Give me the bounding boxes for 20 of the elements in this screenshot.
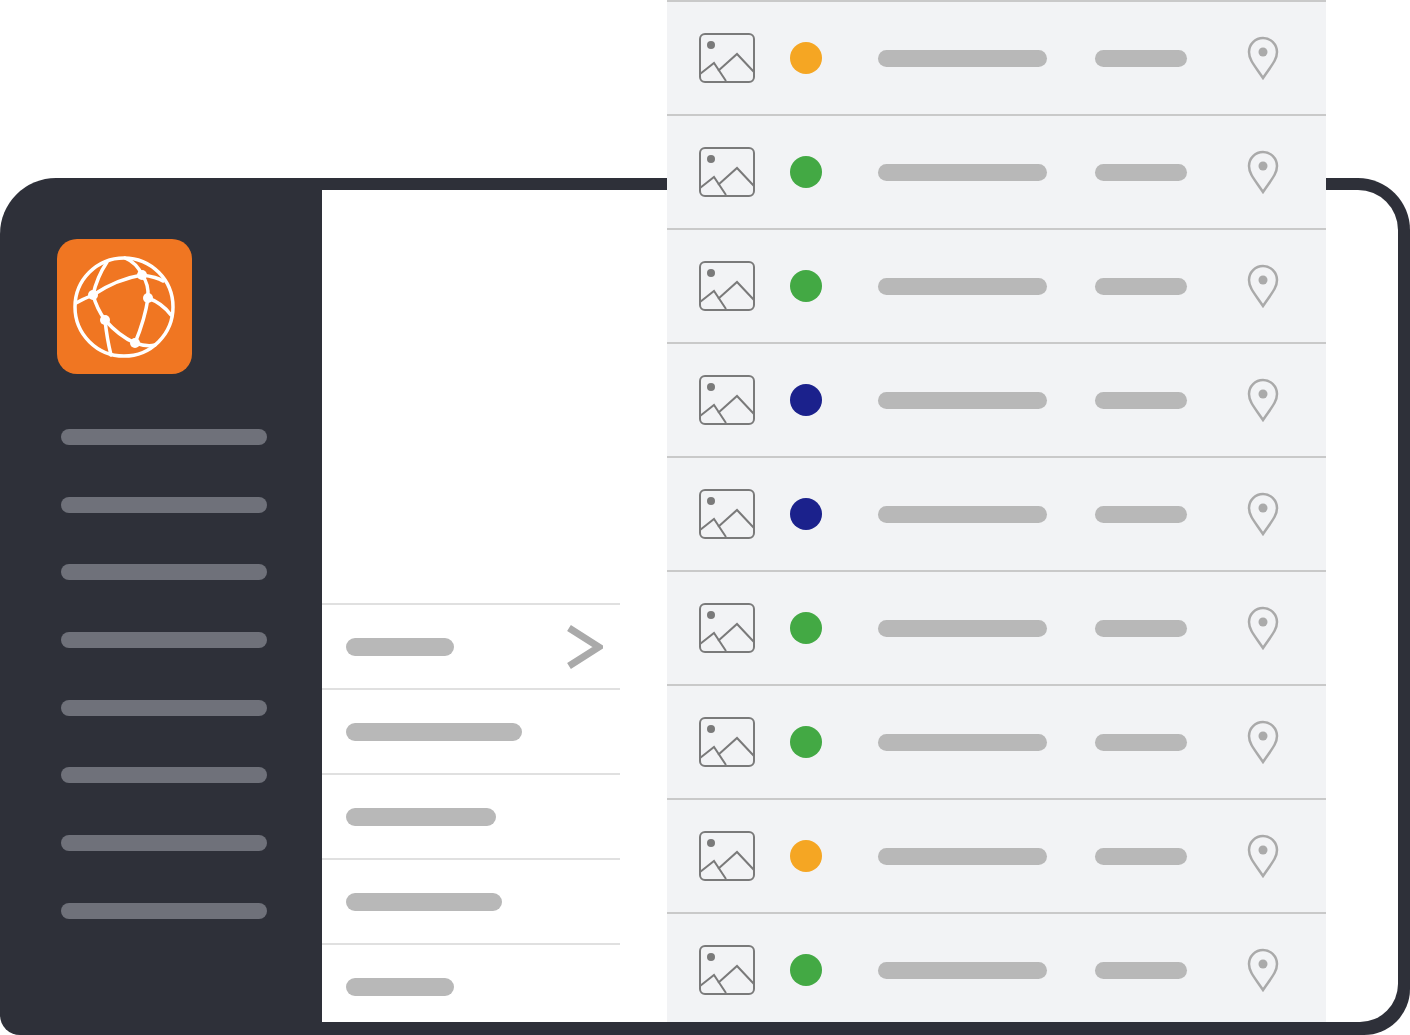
location-pin-icon	[1247, 150, 1279, 194]
image-icon	[699, 489, 755, 539]
image-icon	[699, 261, 755, 311]
location-pin-icon	[1247, 492, 1279, 536]
image-icon	[699, 375, 755, 425]
image-icon	[699, 33, 755, 83]
location-pin-icon	[1247, 36, 1279, 80]
location-pin-icon	[1247, 606, 1279, 650]
image-icon	[699, 147, 755, 197]
location-pin-icon	[1247, 834, 1279, 878]
location-pin-icon	[1247, 378, 1279, 422]
location-pin-icon	[1247, 264, 1279, 308]
location-pin-icon	[1247, 948, 1279, 992]
image-icon	[699, 831, 755, 881]
image-icon	[699, 603, 755, 653]
chevron-right-icon	[566, 624, 603, 669]
image-icon	[699, 945, 755, 995]
location-pin-icon	[1247, 720, 1279, 764]
image-icon	[699, 717, 755, 767]
globe-icon	[57, 239, 192, 374]
